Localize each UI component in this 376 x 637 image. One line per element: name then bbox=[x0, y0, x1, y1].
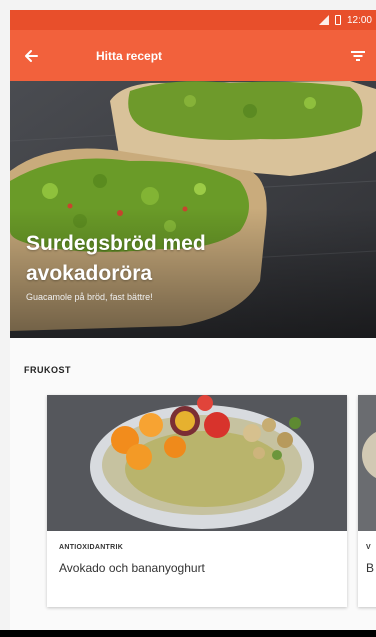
filter-icon bbox=[351, 50, 365, 61]
recipe-card[interactable]: ANTIOXIDANTRIK Avokado och bananyoghurt bbox=[47, 395, 347, 607]
breakfast-section: FRUKOST ANTIOXIDANTRIK Avokado och banan… bbox=[10, 338, 376, 630]
filter-button[interactable] bbox=[340, 30, 376, 81]
featured-recipe-title: Surdegsbröd med avokadoröra bbox=[26, 232, 206, 285]
page-title: Hitta recept bbox=[96, 48, 163, 63]
recipe-card[interactable]: V B bbox=[358, 395, 376, 607]
navigation-bar bbox=[0, 630, 376, 637]
app-bar: Hitta recept bbox=[10, 30, 376, 81]
section-title: FRUKOST bbox=[24, 365, 71, 375]
signal-icon bbox=[318, 15, 329, 25]
recipe-category: V bbox=[366, 544, 371, 551]
recipe-name: B bbox=[366, 561, 375, 575]
back-button[interactable] bbox=[10, 30, 52, 81]
featured-recipe[interactable]: Surdegsbröd med avokadoröra Guacamole på… bbox=[10, 81, 376, 338]
battery-icon bbox=[334, 15, 341, 25]
status-bar: 12:00 bbox=[10, 10, 376, 30]
recipe-name: Avokado och bananyoghurt bbox=[59, 561, 205, 575]
back-arrow-icon bbox=[25, 49, 38, 62]
recipe-card-image bbox=[47, 395, 347, 531]
recipe-category: ANTIOXIDANTRIK bbox=[59, 544, 124, 551]
featured-recipe-subtitle: Guacamole på bröd, fast bättre! bbox=[26, 292, 153, 302]
recipe-card-image bbox=[358, 395, 376, 531]
status-time: 12:00 bbox=[346, 14, 372, 26]
